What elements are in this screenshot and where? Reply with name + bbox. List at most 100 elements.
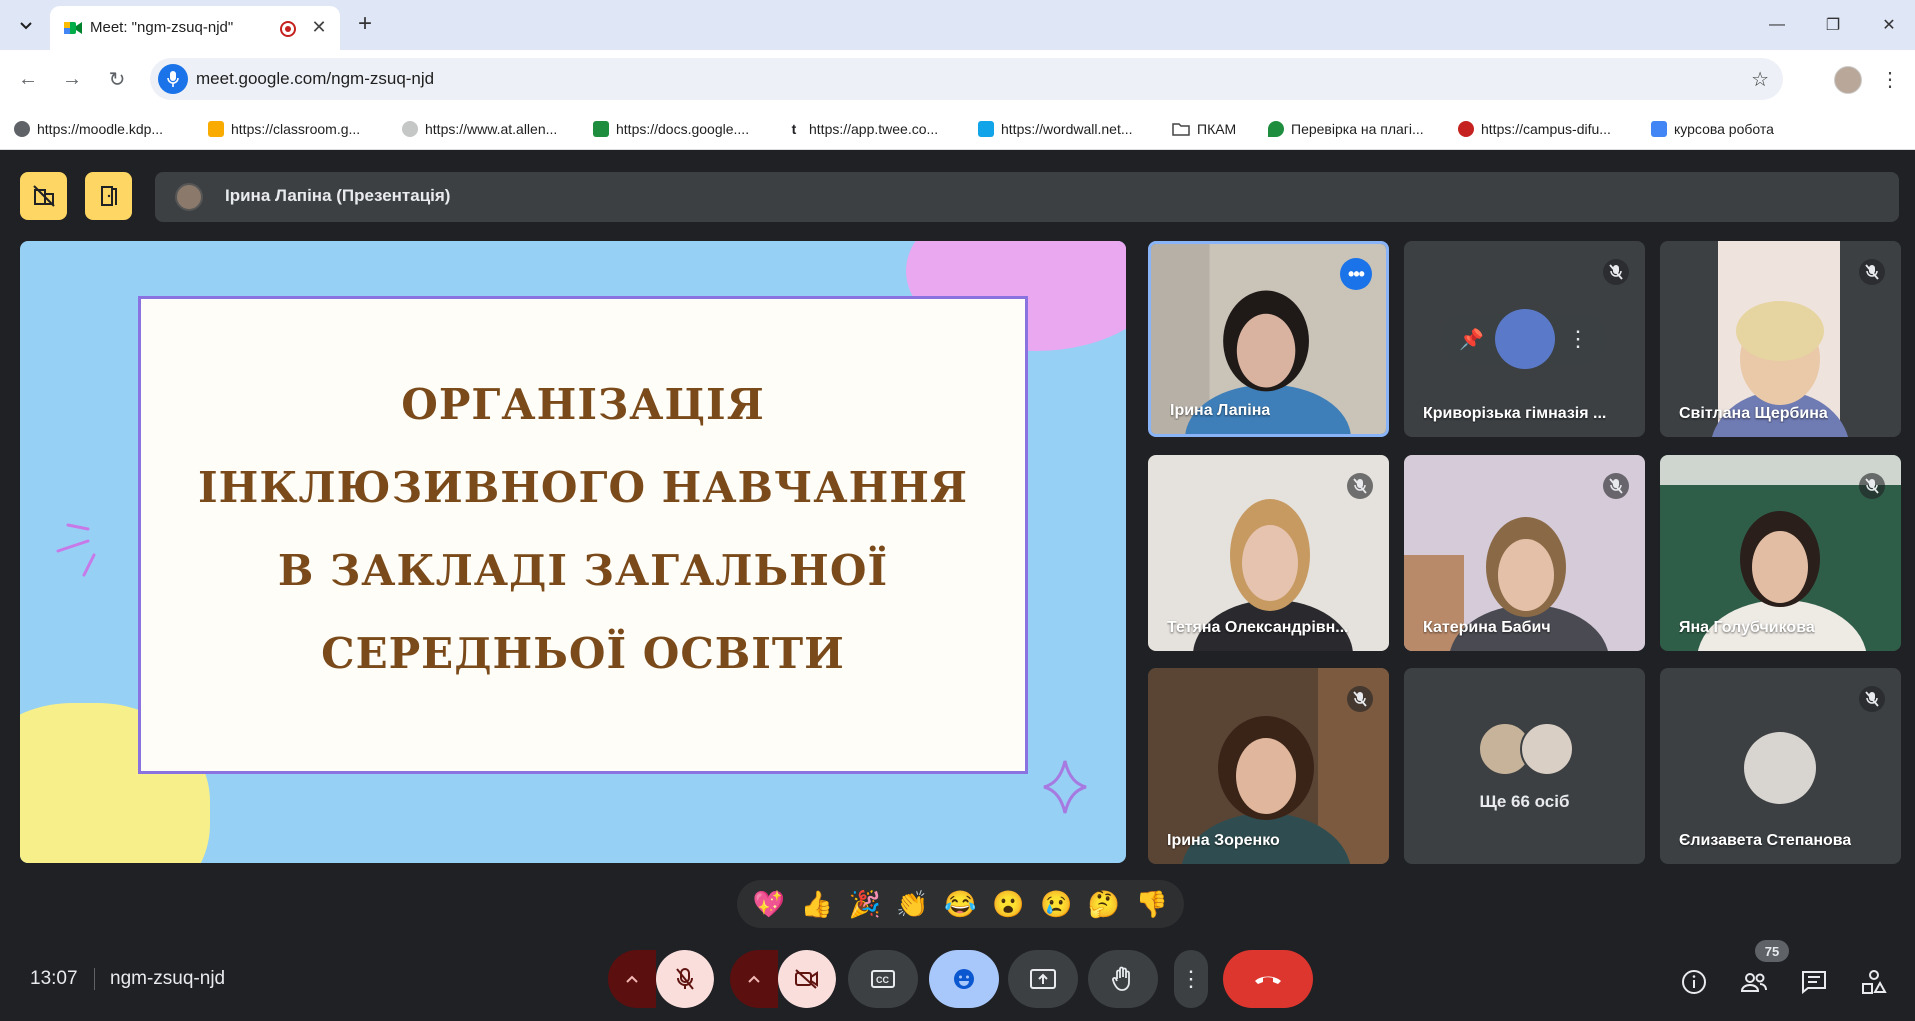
plagiarism-icon	[1268, 121, 1284, 137]
people-icon	[1740, 973, 1767, 992]
bookmark-folder[interactable]: ПКАМ	[1172, 116, 1236, 142]
bookmark-item[interactable]: https://wordwall.net...	[978, 116, 1133, 142]
reaction-thinking[interactable]: 🤔	[1084, 889, 1124, 920]
present-screen-button[interactable]	[1008, 950, 1078, 1008]
participant-tile[interactable]: Тетяна Олександрівн...	[1148, 455, 1389, 651]
raise-hand-button[interactable]	[1088, 950, 1158, 1008]
more-vert-icon[interactable]: ⋮	[1567, 326, 1589, 352]
folder-icon	[1172, 123, 1190, 136]
more-options-icon[interactable]: •••	[1340, 258, 1372, 290]
reaction-thumbs-down[interactable]: 👎	[1132, 889, 1172, 920]
companion-mode-button[interactable]	[85, 172, 132, 220]
participant-name: Криворізька гімназія ...	[1423, 405, 1607, 422]
toggle-microphone-button[interactable]	[656, 950, 714, 1008]
bookmark-label: ПКАМ	[1197, 121, 1237, 137]
more-vert-icon: ⋮	[1180, 966, 1202, 991]
participant-name: Єлизавета Степанова	[1679, 832, 1852, 849]
browser-tab[interactable]: Meet: "ngm-zsuq-njd" ✕	[50, 6, 340, 50]
bookmark-label: курсова робота	[1674, 121, 1774, 137]
restore-button[interactable]: ❐	[1818, 12, 1848, 38]
reaction-party-popper[interactable]: 🎉	[845, 889, 885, 920]
presenter-bar[interactable]: Ірина Лапіна (Презентація)	[155, 172, 1899, 222]
bookmark-item[interactable]: https://campus-difu...	[1458, 116, 1611, 142]
chat-button[interactable]	[1798, 966, 1830, 998]
bookmark-item[interactable]: https://docs.google....	[593, 116, 749, 142]
no-camera-layout-button[interactable]	[20, 172, 67, 220]
bookmark-star-icon[interactable]: ☆	[1751, 67, 1769, 92]
mic-off-icon	[1347, 686, 1373, 712]
profile-avatar[interactable]	[1834, 66, 1862, 94]
participant-name: Катерина Бабич	[1423, 619, 1551, 636]
mic-off-icon	[1859, 686, 1885, 712]
more-options-button[interactable]: ⋮	[1174, 950, 1208, 1008]
participant-name: Тетяна Олександрівн...	[1167, 619, 1349, 636]
browser-menu-icon[interactable]: ⋮	[1880, 64, 1900, 94]
google-meet-icon	[64, 22, 82, 34]
reaction-surprised[interactable]: 😮	[988, 889, 1028, 920]
divider	[94, 968, 95, 990]
participant-name: Ірина Лапіна	[1170, 402, 1271, 419]
microphone-icon[interactable]	[158, 64, 188, 94]
toggle-camera-button[interactable]	[778, 950, 836, 1008]
audio-settings-caret[interactable]	[608, 950, 656, 1008]
sheets-icon	[593, 121, 609, 137]
browser-tab-strip: Meet: "ngm-zsuq-njd" ✕ + — ❐ ✕	[0, 0, 1915, 50]
recording-icon	[280, 21, 296, 37]
closed-captions-icon: CC	[871, 970, 895, 988]
participant-name: Ірина Зоренко	[1167, 832, 1280, 849]
door-icon	[100, 186, 117, 206]
meeting-clock: 13:07	[30, 968, 78, 989]
bookmark-item[interactable]: Перевірка на плагі...	[1268, 116, 1424, 142]
meeting-details-button[interactable]	[1678, 966, 1710, 998]
allen-icon	[402, 121, 418, 137]
activities-button[interactable]	[1858, 966, 1890, 998]
participant-tile[interactable]: Катерина Бабич	[1404, 455, 1645, 651]
participant-tile[interactable]: 📌 ⋮ Криворізька гімназія ...	[1404, 241, 1645, 437]
captions-button[interactable]: CC	[848, 950, 918, 1008]
bookmark-item[interactable]: курсова робота	[1651, 116, 1774, 142]
participant-tile[interactable]: ••• Ірина Лапіна	[1148, 241, 1389, 437]
participant-tile[interactable]: Яна Голубчикова	[1660, 455, 1901, 651]
reload-button[interactable]: ↻	[102, 64, 132, 94]
reactions-button[interactable]	[929, 950, 999, 1008]
participant-tile[interactable]: Світлана Щербина	[1660, 241, 1901, 437]
moodle-icon	[14, 121, 30, 137]
new-tab-button[interactable]: +	[352, 11, 378, 37]
reaction-crying[interactable]: 😢	[1036, 889, 1076, 920]
close-window-button[interactable]: ✕	[1874, 12, 1904, 38]
reaction-thumbs-up[interactable]: 👍	[797, 889, 837, 920]
participant-name: Яна Голубчикова	[1679, 619, 1815, 636]
forward-button[interactable]: →	[57, 64, 87, 94]
building-off-icon	[32, 185, 55, 207]
bookmark-label: https://moodle.kdp...	[37, 121, 164, 137]
twee-icon: t	[786, 121, 802, 137]
docs-icon	[1651, 121, 1667, 137]
people-button[interactable]	[1738, 966, 1770, 998]
mic-off-icon	[1859, 473, 1885, 499]
bookmark-item[interactable]: https://moodle.kdp...	[14, 116, 163, 142]
tab-search-dropdown[interactable]	[13, 13, 39, 39]
participant-tile[interactable]: Єлизавета Степанова	[1660, 668, 1901, 864]
emoji-icon	[954, 969, 974, 989]
video-settings-caret[interactable]	[730, 950, 778, 1008]
more-participants-tile[interactable]: Ще 66 осіб	[1404, 668, 1645, 864]
back-button[interactable]: ←	[13, 64, 43, 94]
pin-icon[interactable]: 📌	[1459, 327, 1484, 352]
bookmark-item[interactable]: t https://app.twee.co...	[786, 116, 938, 142]
minimize-button[interactable]: —	[1762, 12, 1792, 38]
presenter-avatar	[175, 183, 203, 211]
slide-title-line: ОРГАНІЗАЦІЯ	[401, 380, 765, 429]
reaction-clapping[interactable]: 👏	[893, 889, 933, 920]
address-bar[interactable]: meet.google.com/ngm-zsuq-njd ☆	[150, 58, 1783, 100]
reaction-sparkling-heart[interactable]: 💖	[749, 889, 789, 920]
slide-title-line: СЕРЕДНЬОЇ ОСВІТИ	[321, 629, 845, 678]
reaction-laughing[interactable]: 😂	[940, 889, 980, 920]
classroom-icon	[208, 121, 224, 137]
bookmark-item[interactable]: https://classroom.g...	[208, 116, 360, 142]
hang-up-icon	[1255, 976, 1281, 984]
tab-close-icon[interactable]: ✕	[308, 16, 330, 38]
bookmark-item[interactable]: https://www.at.allen...	[402, 116, 557, 142]
leave-call-button[interactable]	[1223, 950, 1313, 1008]
slide-decoration	[56, 523, 96, 577]
participant-tile[interactable]: Ірина Зоренко	[1148, 668, 1389, 864]
